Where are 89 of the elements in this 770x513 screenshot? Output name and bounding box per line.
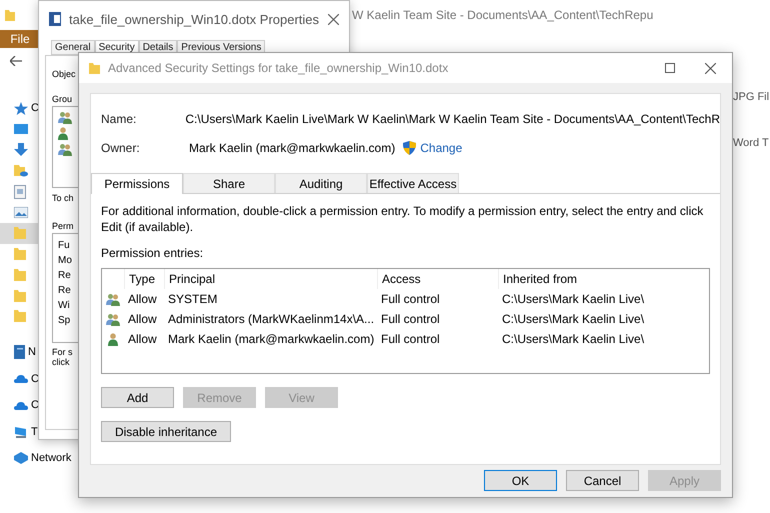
table-cell-text: Allow [127,312,158,326]
dialog-button[interactable]: Cancel [566,470,639,491]
field-label: Name: [101,112,138,126]
column-header[interactable]: Principal [164,269,377,289]
cloud-icon [14,374,28,384]
desktop-icon [14,124,28,134]
folder-icon [14,246,26,261]
window-title: take_file_ownership_Win10.dotx Properties [69,12,320,26]
list-item: Mo [58,255,73,266]
table-cell-text: Full control [380,332,441,346]
cloud-icon [14,400,28,410]
window-title: Advanced Security Settings for take_file_ownership_Win10.dotx [108,61,448,75]
folder-icon [14,309,26,324]
notebook-icon [14,345,25,360]
label: Grou [52,94,72,104]
label: Perm [52,221,74,231]
window-title: W Kaelin Team Site - Documents\AA_Content\TechRepu [352,8,654,22]
note-text: click [52,357,70,367]
table-row[interactable]: Allow Mark Kaelin (mark@markwkaelin.com) Full control C:\Users\Mark Kaelin Live\ [102,329,709,349]
folder-icon [5,9,15,21]
table-cell-text: SYSTEM [167,292,218,306]
tab[interactable]: Share [183,173,275,193]
close-icon[interactable] [705,62,716,74]
list-item: Re [58,285,72,296]
list-item: Wi [58,300,71,311]
label: To ch [52,193,74,203]
nav-item[interactable]: T [0,418,38,445]
users-icon [106,292,120,306]
tab[interactable]: General [51,40,95,55]
table-cell-text: Allow [127,292,158,306]
file-tab[interactable]: File [0,30,40,48]
change-link[interactable]: Change [420,141,462,155]
user-icon [108,332,118,346]
info-text: For additional information, double-click a permission entry. To modify a permission entry, select the entry and click Edit (if available). [101,203,704,235]
nav-item[interactable]: C [0,98,39,119]
pictures-icon [14,206,28,218]
nav-item[interactable]: N [0,338,38,366]
nav-item[interactable]: C [0,365,39,392]
folder-icon [14,164,28,178]
file-type: JPG Fil [733,91,770,103]
folder-icon [89,62,100,74]
tab[interactable]: Permissions [91,173,183,194]
dialog-button[interactable]: OK [484,470,557,491]
table-cell-text: C:\Users\Mark Kaelin Live\ [501,292,646,306]
table-cell-text: Mark Kaelin (mark@markwkaelin.com) [167,332,376,346]
tab[interactable]: Auditing [275,173,367,193]
table-cell-text: C:\Users\Mark Kaelin Live\ [501,332,646,346]
field-label: Owner: [101,141,141,155]
download-icon [14,143,28,156]
star-icon [14,102,28,115]
field-value: Mark Kaelin (mark@markwkaelin.com) [189,141,396,155]
users-icon [58,143,72,156]
back-arrow-icon[interactable] [10,56,22,66]
table-cell-text: Full control [380,312,441,326]
shield-icon [403,141,416,155]
list-item: Re [58,270,72,281]
users-icon [106,312,120,326]
computer-icon [14,426,28,438]
table-cell-text: Full control [380,292,441,306]
user-icon [58,127,68,140]
folder-icon [14,268,26,282]
table-cell-text: Allow [127,332,158,346]
action-button[interactable]: Add [101,387,174,408]
nav-item[interactable]: Network [0,444,72,472]
network-icon [14,452,28,464]
column-header[interactable]: Access [377,269,498,289]
table-row[interactable]: Allow SYSTEM Full control C:\Users\Mark Kaelin Live\ [102,289,709,309]
list-item: Sp [58,315,72,326]
folder-icon [14,226,26,240]
document-icon [49,12,61,26]
table-cell-text: C:\Users\Mark Kaelin Live\ [501,312,646,326]
table-row[interactable]: Allow Administrators (MarkWKaelinm14x\A... Full control C:\Users\Mark Kaelin Live\ [102,309,709,329]
list-item: Fu [58,240,71,251]
folder-icon [14,288,26,303]
nav-item[interactable]: C [0,392,39,418]
column-header[interactable]: Type [124,269,164,289]
file-type: Word T [733,137,770,149]
table-cell-text: Administrators (MarkWKaelinm14x\A... [167,312,376,326]
section-label: Permission entries: [101,246,204,260]
column-header[interactable]: Inherited from [498,269,709,289]
document-icon [14,184,26,199]
close-icon[interactable] [328,14,339,24]
maximize-icon[interactable] [665,63,675,73]
field-value: C:\Users\Mark Kaelin Live\Mark W Kaelin\Mark W Kaelin Team Site - Documents\AA_Content\TechR [185,112,720,126]
note-text: For s [52,347,73,357]
disable-inheritance-button[interactable]: Disable inheritance [101,421,231,442]
users-icon [58,111,72,124]
tab[interactable]: Effective Access [367,173,459,193]
label: Objec [52,69,76,79]
